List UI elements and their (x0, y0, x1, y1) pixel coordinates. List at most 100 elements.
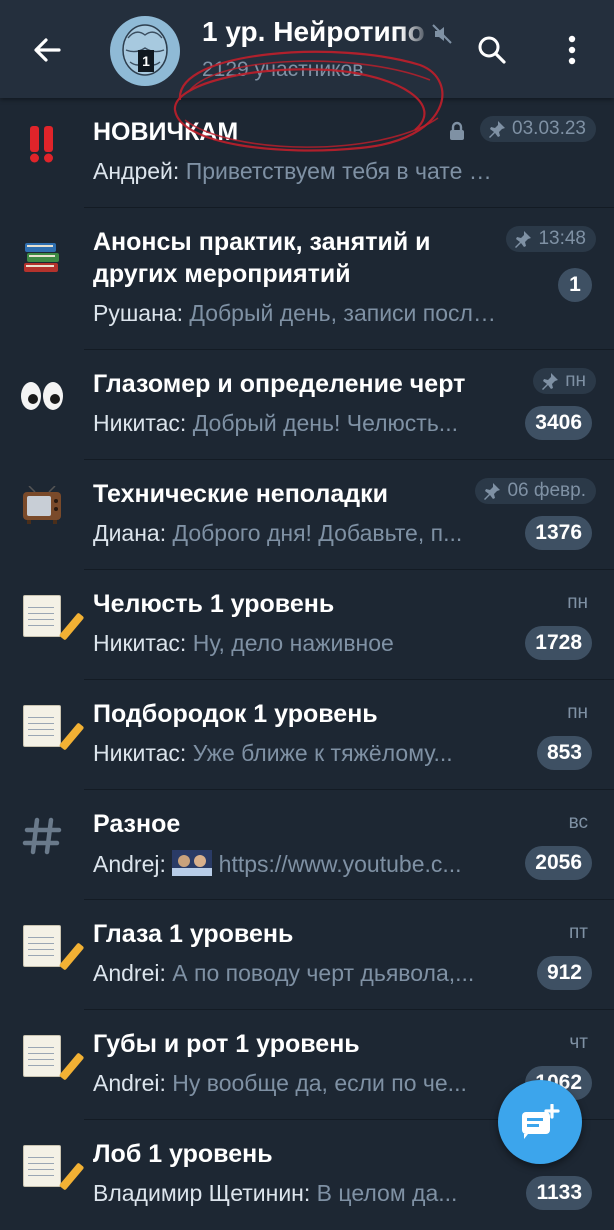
new-topic-button[interactable] (498, 1080, 582, 1164)
topic-title: Лоб 1 уровень (93, 1140, 273, 1168)
kebab-menu-icon (568, 35, 576, 65)
message-text: Приветствуем тебя в чате обуч... (185, 158, 503, 184)
message-sender: Рушана: (93, 300, 183, 326)
unread-badge: 1728 (525, 626, 592, 660)
topic-last-message: Рушана: Добрый день, записи после... (93, 300, 503, 327)
list-item[interactable]: Анонсы практик, занятий и других меропри… (0, 208, 614, 350)
message-text: В целом да... (316, 1180, 458, 1206)
topic-title: НОВИЧКАМ (93, 118, 239, 146)
topic-meta: 13:48 (506, 226, 596, 252)
topic-last-message: Никитас: Ну, дело наживное (93, 630, 503, 657)
topic-title: Глаза 1 уровень (93, 920, 294, 948)
list-item[interactable]: Челюсть 1 уровень пн 1728 Никитас: Ну, д… (0, 570, 614, 680)
topic-meta: пн (533, 368, 596, 394)
topic-time: 03.03.23 (512, 118, 586, 139)
pin-icon (484, 483, 501, 500)
topic-title: Подбородок 1 уровень (93, 700, 378, 728)
topic-time: пт (569, 922, 588, 943)
message-text: Ну, дело наживное (192, 630, 394, 656)
top-app-bar: 1 1 ур. Нейротипо 2129 участников (0, 0, 614, 98)
topics-list: НОВИЧКАМ 03.03.23 Андрей: Приветствуем т… (0, 98, 614, 1230)
message-sender: Andrej: (93, 851, 166, 877)
search-button[interactable] (470, 28, 514, 72)
topic-title: Разное (93, 810, 181, 838)
message-sender: Andrei: (93, 1070, 166, 1096)
unread-badge: 3406 (525, 406, 592, 440)
topic-last-message: Andrej: https://www.youtube.c... (93, 850, 503, 878)
topic-last-message: Владимир Щетинин: В целом да... (93, 1180, 503, 1207)
unread-badge: 912 (536, 956, 592, 990)
message-text: Добрый день, записи после... (189, 300, 503, 326)
topic-time: 06 февр. (507, 480, 586, 501)
lock-icon (450, 121, 464, 140)
pin-icon (515, 231, 532, 248)
topic-last-message: Andrei: Ну вообще да, если по че... (93, 1070, 503, 1097)
message-text: А по поводу черт дьявола,... (172, 960, 475, 986)
topic-time: чт (569, 1032, 588, 1053)
message-text: Добрый день! Челюсть... (192, 410, 458, 436)
message-sender: Владимир Щетинин: (93, 1180, 311, 1206)
topic-time: пн (567, 592, 588, 613)
message-text: Ну вообще да, если по че... (172, 1070, 467, 1096)
back-button[interactable] (22, 28, 72, 72)
message-sender: Andrei: (93, 960, 166, 986)
notebook-pencil-icon (18, 1142, 85, 1191)
list-item[interactable]: НОВИЧКАМ 03.03.23 Андрей: Приветствуем т… (0, 98, 614, 208)
unread-badge: 1 (558, 268, 592, 302)
message-text: Доброго дня! Добавьте, п... (172, 520, 463, 546)
unread-badge: 2056 (525, 846, 592, 880)
message-text: Уже ближе к тяжёлому... (192, 740, 453, 766)
topic-last-message: Andrei: А по поводу черт дьявола,... (93, 960, 503, 987)
topic-last-message: Андрей: Приветствуем тебя в чате обуч... (93, 158, 503, 185)
topic-meta: 06 февр. (475, 478, 596, 504)
message-sender: Андрей: (93, 158, 180, 184)
pin-icon (542, 373, 559, 390)
back-arrow-icon (34, 38, 61, 62)
eyes-icon (18, 372, 66, 420)
topic-title: Глазомер и определение черт (93, 370, 466, 398)
topic-meta: 03.03.23 (480, 116, 596, 142)
hash-icon (18, 812, 66, 860)
unread-badge: 1133 (526, 1176, 592, 1210)
compose-message-icon (522, 1104, 560, 1139)
topic-title: Губы и рот 1 уровень (93, 1030, 360, 1058)
notebook-pencil-icon (18, 702, 85, 751)
notebook-pencil-icon (18, 592, 85, 641)
message-sender: Никитас: (93, 740, 187, 766)
topic-title: Челюсть 1 уровень (93, 590, 335, 618)
books-icon (18, 232, 66, 280)
video-thumbnail-icon (172, 850, 213, 876)
double-exclamation-icon (18, 120, 66, 168)
list-item[interactable]: Глаза 1 уровень пт 912 Andrei: А по пово… (0, 900, 614, 1010)
avatar-level-number: 1 (138, 50, 154, 72)
topic-last-message: Диана: Доброго дня! Добавьте, п... (93, 520, 503, 547)
notebook-pencil-icon (18, 922, 85, 971)
muted-icon (432, 24, 452, 44)
topic-time: 13:48 (538, 228, 586, 249)
members-count: 2129 участников (202, 58, 364, 81)
tv-icon (18, 482, 66, 530)
pin-icon (489, 121, 506, 138)
message-sender: Диана: (93, 520, 167, 546)
message-sender: Никитас: (93, 630, 187, 656)
list-item[interactable]: Технические неполадки 06 февр. 1376 Диан… (0, 460, 614, 570)
topic-title: Технические неполадки (93, 480, 388, 508)
topic-last-message: Никитас: Добрый день! Челюсть... (93, 410, 503, 437)
more-options-button[interactable] (552, 28, 592, 72)
topic-time: пн (565, 370, 586, 391)
message-sender: Никитас: (93, 410, 187, 436)
topic-time: пн (567, 702, 588, 723)
group-avatar[interactable]: 1 (110, 16, 180, 86)
group-title[interactable]: 1 ур. Нейротипо (202, 16, 432, 48)
list-item[interactable]: Глазомер и определение черт пн 3406 Ники… (0, 350, 614, 460)
unread-badge: 1376 (525, 516, 592, 550)
list-item[interactable]: Подбородок 1 уровень пн 853 Никитас: Уже… (0, 680, 614, 790)
topic-title: Анонсы практик, занятий и других меропри… (93, 228, 431, 288)
topic-time: вс (568, 812, 588, 833)
search-icon (478, 36, 506, 64)
list-item[interactable]: Разное вс 2056 Andrej: https://www.youtu… (0, 790, 614, 900)
notebook-pencil-icon (18, 1032, 85, 1081)
topic-last-message: Никитас: Уже ближе к тяжёлому... (93, 740, 503, 767)
unread-badge: 853 (536, 736, 592, 770)
message-text: https://www.youtube.c... (218, 851, 462, 877)
